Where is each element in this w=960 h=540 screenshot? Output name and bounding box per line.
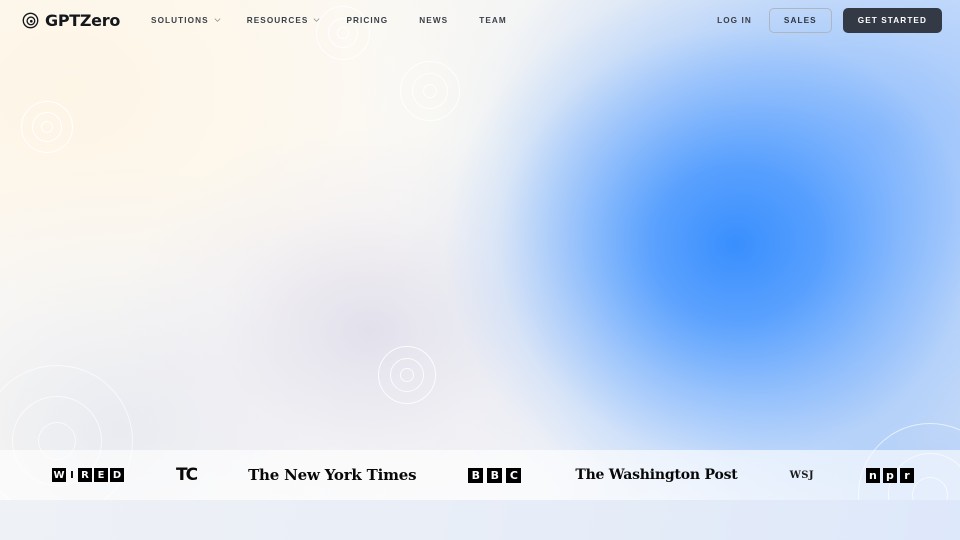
press-logo-techcrunch[interactable]: TC (150, 450, 222, 500)
press-logo-track: WIRED TC The New York Times BBC The Wash… (0, 450, 960, 500)
chevron-down-icon (214, 18, 221, 22)
bbc-logo-icon: BBC (468, 467, 523, 483)
techcrunch-logo-icon: TC (176, 465, 198, 485)
press-logo-forbes[interactable]: Forbes (941, 450, 960, 500)
nav-item-news-label: NEWS (419, 15, 449, 25)
npr-logo-icon: npr (865, 467, 915, 483)
nav-item-solutions-label: SOLUTIONS (151, 15, 209, 25)
nav-item-resources-label: RESOURCES (246, 15, 309, 25)
page-root: GPTZero SOLUTIONS RESOURCES PRICING NEWS (0, 0, 960, 540)
top-navbar: GPTZero SOLUTIONS RESOURCES PRICING NEWS (0, 0, 960, 40)
press-logo-marquee: WIRED TC The New York Times BBC The Wash… (0, 450, 960, 500)
wired-logo-icon: WIRED (52, 468, 124, 482)
press-logo-bbc[interactable]: BBC (442, 450, 549, 500)
brand-name: GPTZero (45, 10, 121, 30)
nav-item-resources[interactable]: RESOURCES (234, 10, 334, 31)
log-in-link[interactable]: LOG IN (711, 12, 758, 29)
press-logo-washingtonpost[interactable]: The Washington Post (549, 450, 763, 500)
nav-item-pricing[interactable]: PRICING (333, 10, 401, 31)
bottom-gradient-band (0, 500, 960, 540)
chevron-down-icon (313, 18, 320, 22)
nav-links: SOLUTIONS RESOURCES PRICING NEWS TEAM (138, 10, 520, 31)
washingtonpost-logo-icon: The Washington Post (575, 467, 738, 483)
sales-button[interactable]: SALES (768, 7, 832, 33)
brand-logo[interactable]: GPTZero (22, 11, 120, 30)
get-started-button[interactable]: GET STARTED (842, 7, 942, 33)
press-logo-wired[interactable]: WIRED (26, 450, 150, 500)
nav-actions: LOG IN SALES GET STARTED (711, 7, 942, 33)
wsj-logo-icon: WSJ (789, 469, 814, 481)
press-logo-npr[interactable]: npr (840, 450, 941, 500)
spiral-target-icon (22, 12, 39, 29)
nytimes-logo-icon: The New York Times (248, 466, 417, 484)
nav-item-solutions[interactable]: SOLUTIONS (138, 10, 234, 31)
press-logo-wsj[interactable]: WSJ (764, 450, 840, 500)
nav-item-team[interactable]: TEAM (461, 10, 520, 31)
nav-item-pricing-label: PRICING (346, 15, 389, 25)
press-logo-nytimes[interactable]: The New York Times (222, 450, 442, 500)
nav-item-team-label: TEAM (479, 15, 507, 25)
nav-item-news[interactable]: NEWS (401, 10, 461, 31)
